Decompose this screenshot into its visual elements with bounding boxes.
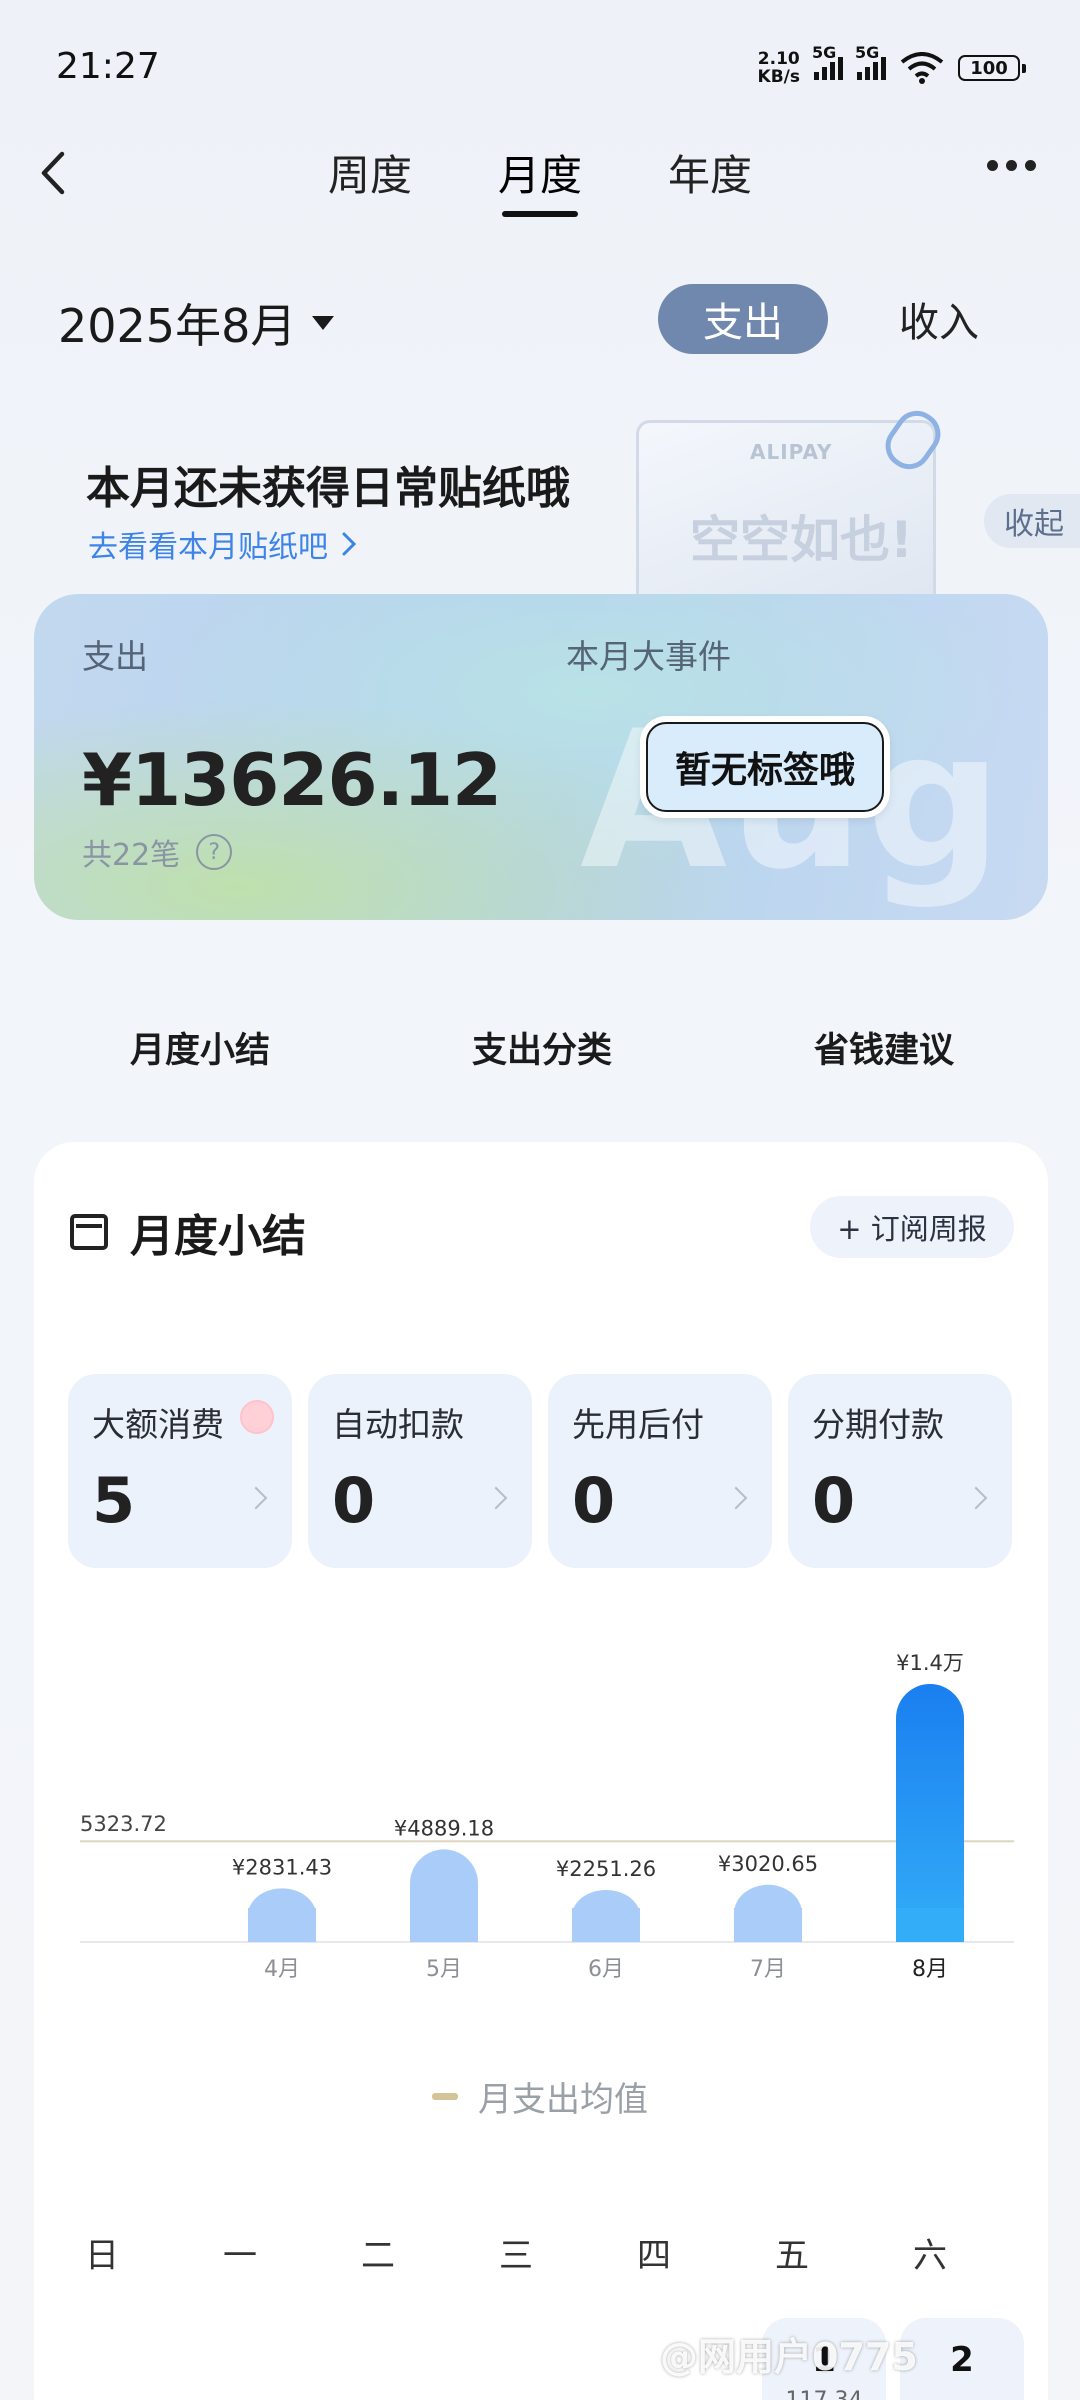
monthly-summary-title: 月度小结 [70, 1200, 306, 1264]
chevron-right-icon [964, 1486, 988, 1510]
calendar-day[interactable]: 2 [900, 2318, 1024, 2400]
weekday: 二 [361, 2236, 395, 2276]
chevron-right-icon [724, 1486, 748, 1510]
chart-bar-base [248, 1908, 316, 1942]
signal-icon-2: 5G [855, 43, 886, 80]
stat-large-spending[interactable]: 大额消费 5 [68, 1374, 292, 1568]
more-options-button[interactable] [977, 150, 1046, 181]
chart-bar [896, 1684, 964, 1942]
event-tag-label: 暂无标签哦 [646, 722, 884, 812]
legend-label: 月支出均值 [478, 2080, 648, 2120]
dropdown-arrow-icon [312, 316, 335, 330]
legend-swatch [432, 2093, 458, 2100]
net-speed: 2.10 KB/s [757, 49, 800, 87]
weekday: 一 [223, 2236, 257, 2276]
subscribe-weekly-button[interactable]: + 订阅周报 [810, 1196, 1014, 1258]
tab-monthly[interactable]: 月度 [498, 142, 582, 217]
watermark: @网用户0775 [660, 2335, 918, 2379]
x-tick-label: 8月 [912, 1957, 948, 1982]
x-tick-label: 5月 [426, 1957, 462, 1982]
expense-amount: ¥13626.12 [82, 738, 502, 822]
sticker-link[interactable]: 去看看本月贴纸吧 [88, 522, 358, 566]
chart-bar-base [410, 1908, 478, 1942]
type-segment: 支出 收入 [658, 284, 1024, 354]
expense-label: 支出 [82, 637, 148, 676]
chevron-right-icon [244, 1486, 268, 1510]
tab-weekly[interactable]: 周度 [328, 142, 412, 217]
signal-icon: 5G [812, 43, 843, 80]
bar-value-label: ¥4889.18 [394, 1816, 494, 1840]
weekday: 日 [85, 2236, 119, 2276]
more-icon-dot [987, 160, 998, 171]
tab-yearly[interactable]: 年度 [668, 142, 752, 217]
calendar-icon [70, 1214, 108, 1250]
weekday: 四 [637, 2236, 671, 2276]
event-tag-button[interactable]: 暂无标签哦 [640, 716, 890, 818]
bar-value-label: ¥2251.26 [556, 1857, 656, 1881]
stat-buy-now-pay-later[interactable]: 先用后付 0 [548, 1374, 772, 1568]
status-time: 21:27 [56, 46, 160, 87]
tab-monthly-summary[interactable]: 月度小结 [130, 1022, 270, 1073]
chart-legend: 月支出均值 [0, 2072, 1080, 2121]
book-empty-text: 空空如也! [690, 511, 913, 569]
stat-installment[interactable]: 分期付款 0 [788, 1374, 1012, 1568]
transaction-count: 共22笔 ? [82, 830, 233, 874]
month-selector[interactable]: 2025年8月 [58, 290, 335, 356]
bar-value-label: ¥1.4万 [896, 1651, 964, 1675]
period-tabs: 周度 月度 年度 [0, 142, 1080, 217]
average-line-label: 5323.72 [80, 1812, 167, 1836]
status-icons: 2.10 KB/s 5G 5G 100 [757, 43, 1026, 87]
month-label: 2025年8月 [58, 299, 297, 353]
monthly-expense-chart: 5323.72 ¥2831.43 4月 ¥4889.18 5月 ¥2251.26 6月 ¥30… [80, 1651, 1014, 1982]
chevron-right-icon [484, 1486, 508, 1510]
chart-bar-base [734, 1908, 802, 1942]
x-tick-label: 4月 [264, 1957, 300, 1982]
weekday: 三 [499, 2236, 533, 2276]
weekday: 六 [913, 2236, 947, 2276]
stat-auto-debit[interactable]: 自动扣款 0 [308, 1374, 532, 1568]
tab-saving-tips[interactable]: 省钱建议 [814, 1022, 954, 1073]
wifi-icon [900, 52, 944, 84]
tab-expense-category[interactable]: 支出分类 [472, 1022, 612, 1073]
weekday: 五 [775, 2236, 809, 2276]
alert-dot-icon [240, 1400, 274, 1434]
event-label: 本月大事件 [566, 637, 731, 676]
expense-toggle[interactable]: 支出 [658, 284, 828, 354]
bar-value-label: ¥3020.65 [718, 1852, 818, 1876]
x-tick-label: 6月 [588, 1957, 624, 1982]
help-icon[interactable]: ? [196, 834, 233, 870]
book-brand: ALIPAY [750, 440, 833, 464]
chart-bar-base [896, 1908, 964, 1942]
bar-value-label: ¥2831.43 [232, 1855, 332, 1879]
chart-bar-base [572, 1908, 640, 1942]
chevron-right-icon [342, 532, 357, 556]
income-toggle[interactable]: 收入 [854, 284, 1024, 354]
sticker-title: 本月还未获得日常贴纸哦 [86, 463, 570, 514]
collapse-button[interactable]: 收起 [984, 494, 1080, 548]
x-tick-label: 7月 [750, 1957, 786, 1982]
battery-icon: 100 [958, 55, 1026, 81]
